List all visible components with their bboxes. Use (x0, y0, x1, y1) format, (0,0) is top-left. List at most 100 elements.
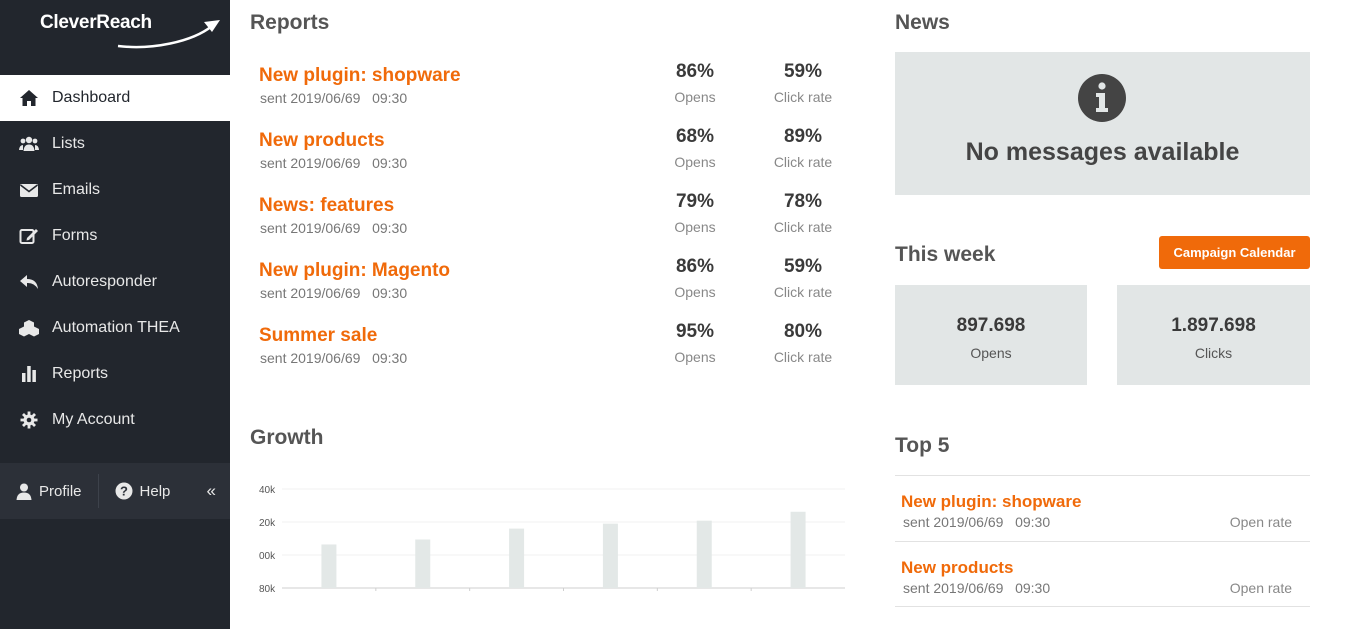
reply-icon (18, 272, 40, 292)
sidebar-item-label: Reports (52, 365, 109, 382)
sidebar-item-lists[interactable]: Lists (0, 121, 230, 167)
report-row: New plugin: shopware sent 2019/06/69 09:3… (259, 61, 849, 121)
y-tick-label: 40k (259, 485, 276, 496)
top5-item: New plugin: shopware sent 2019/06/69 09:3… (895, 475, 1310, 541)
cleverreach-logo[interactable]: CleverReach (40, 12, 224, 49)
opens-percent: 86% (675, 256, 715, 277)
gear-icon (18, 410, 40, 430)
campaign-calendar-button[interactable]: Campaign Calendar (1159, 236, 1310, 269)
profile-label: Profile (39, 482, 82, 500)
growth-bar (321, 544, 337, 588)
click-rate-label: Click rate (773, 284, 833, 300)
open-rate-label: Open rate (1229, 514, 1292, 530)
click-rate-label: Click rate (773, 349, 833, 365)
clicks-label: Clicks (1194, 345, 1233, 361)
growth-bar (696, 520, 712, 588)
report-title[interactable]: New plugin: shopware (259, 65, 461, 87)
report-row: News: features sent 2019/06/69 09:30 79% Op… (259, 191, 849, 251)
growth-bar (509, 528, 525, 588)
report-sent-date: sent 2019/06/69 09:30 (260, 285, 408, 301)
opens-stat: 95% Opens (655, 321, 735, 365)
no-messages-text: No messages available (965, 138, 1240, 166)
home-icon (18, 88, 40, 108)
opens-stat: 79% Opens (655, 191, 735, 235)
click-rate-stat: 59% Click rate (763, 256, 843, 300)
opens-stat: 86% Opens (655, 256, 735, 300)
clicks-stat-card: 1.897.698 Clicks (1117, 285, 1310, 385)
opens-label: Opens (674, 349, 716, 365)
click-rate-stat: 59% Click rate (763, 61, 843, 105)
collapse-sidebar-button[interactable]: « (207, 481, 230, 501)
opens-label: Opens (674, 154, 716, 170)
svg-text:?: ? (120, 484, 128, 499)
news-heading: News (895, 11, 950, 34)
sidebar-item-forms[interactable]: Forms (0, 213, 230, 259)
this-week-heading: This week (895, 243, 996, 266)
click-rate-stat: 78% Click rate (763, 191, 843, 235)
profile-button[interactable]: Profile (0, 463, 98, 519)
sidebar-footer: Profile ? Help « (0, 463, 230, 519)
top5-heading: Top 5 (895, 434, 950, 457)
sidebar-item-automation-thea[interactable]: Automation THEA (0, 305, 230, 351)
top5-item: New products sent 2019/06/69 09:30 Open ra… (895, 541, 1310, 607)
y-tick-label: 00k (259, 551, 276, 562)
top5-title[interactable]: New plugin: shopware (901, 492, 1081, 512)
sidebar-item-reports[interactable]: Reports (0, 351, 230, 397)
click-rate-percent: 59% (783, 61, 823, 82)
sidebar-item-label: Automation THEA (52, 319, 180, 336)
sidebar-item-emails[interactable]: Emails (0, 167, 230, 213)
users-icon (18, 134, 40, 154)
click-rate-label: Click rate (773, 89, 833, 105)
click-rate-percent: 89% (783, 126, 823, 147)
y-tick-label: 80k (259, 584, 276, 595)
help-button[interactable]: ? Help (99, 463, 187, 519)
report-title[interactable]: New plugin: Magento (259, 260, 450, 282)
top5-list: New plugin: shopware sent 2019/06/69 09:3… (895, 475, 1310, 607)
report-row: New plugin: Magento sent 2019/06/69 09:30… (259, 256, 849, 316)
click-rate-label: Click rate (773, 154, 833, 170)
click-rate-stat: 80% Click rate (763, 321, 843, 365)
open-rate-label: Open rate (1229, 580, 1292, 596)
report-title[interactable]: News: features (259, 195, 394, 217)
sidebar-item-dashboard[interactable]: Dashboard (0, 75, 230, 121)
report-title[interactable]: Summer sale (259, 325, 377, 347)
question-circle-icon: ? (115, 482, 133, 500)
report-sent-date: sent 2019/06/69 09:30 (260, 220, 408, 236)
sidebar-nav: Dashboard Lists Emails Forms Autorespond… (0, 75, 230, 443)
growth-heading: Growth (250, 426, 324, 449)
report-sent-date: sent 2019/06/69 09:30 (260, 155, 408, 171)
sidebar-item-my-account[interactable]: My Account (0, 397, 230, 443)
sidebar-item-label: My Account (52, 411, 135, 428)
cubes-icon (18, 318, 40, 338)
logo-swoosh-icon (117, 20, 220, 49)
info-icon (1078, 74, 1126, 122)
clicks-value: 1.897.698 (1171, 315, 1256, 336)
report-row: Summer sale sent 2019/06/69 09:30 95% Opens… (259, 321, 849, 381)
opens-percent: 68% (675, 126, 715, 147)
sidebar: CleverReach Dashboard Lists Emails Forms… (0, 0, 230, 629)
sidebar-item-label: Autoresponder (52, 273, 157, 290)
opens-label: Opens (674, 89, 716, 105)
sidebar-item-label: Dashboard (52, 89, 131, 106)
y-tick-label: 20k (259, 518, 276, 529)
envelope-icon (18, 180, 40, 200)
opens-label: Opens (970, 345, 1012, 361)
opens-stat: 68% Opens (655, 126, 735, 170)
bar-chart-icon (18, 364, 40, 384)
opens-label: Opens (674, 219, 716, 235)
user-icon (16, 483, 32, 500)
growth-chart: 40k 20k 00k 80k (259, 485, 845, 595)
report-sent-date: sent 2019/06/69 09:30 (260, 350, 408, 366)
growth-bar (602, 523, 618, 588)
report-title[interactable]: New products (259, 130, 385, 152)
opens-percent: 79% (675, 191, 715, 212)
opens-stat: 86% Opens (655, 61, 735, 105)
top5-title[interactable]: New products (901, 558, 1013, 578)
click-rate-stat: 89% Click rate (763, 126, 843, 170)
sidebar-item-autoresponder[interactable]: Autoresponder (0, 259, 230, 305)
opens-percent: 86% (675, 61, 715, 82)
growth-bar (790, 511, 806, 588)
edit-icon (18, 226, 40, 246)
click-rate-percent: 80% (783, 321, 823, 342)
opens-percent: 95% (675, 321, 715, 342)
